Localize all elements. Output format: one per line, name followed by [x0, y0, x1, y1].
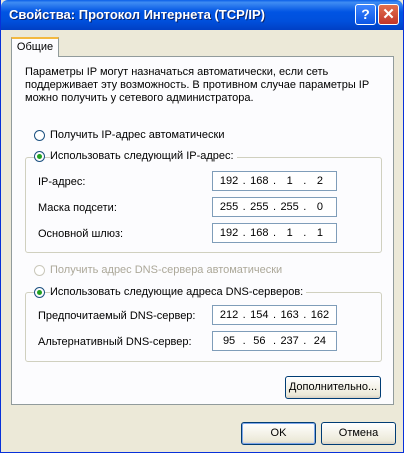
- gateway-label: Основной шлюз:: [38, 228, 124, 240]
- radio-ip-auto-label[interactable]: Получить IP-адрес автоматически: [50, 129, 224, 141]
- question-mark-icon: ?: [361, 6, 370, 22]
- subnet-mask-label: Маска подсети:: [38, 202, 117, 214]
- radio-dns-auto[interactable]: [34, 265, 45, 276]
- description-text: Параметры IP могут назначаться автоматич…: [25, 66, 369, 104]
- ok-button[interactable]: OK: [241, 422, 316, 445]
- tcpip-properties-dialog: Свойства: Протокол Интернета (TCP/IP) ? …: [0, 0, 404, 453]
- octet: 2: [316, 175, 323, 187]
- ip-address-label: IP-адрес:: [38, 176, 86, 188]
- alternate-dns-label: Альтернативный DNS-сервер:: [38, 336, 192, 348]
- octet: 1: [286, 175, 293, 187]
- radio-ip-manual-label[interactable]: Использовать следующий IP-адрес:: [50, 150, 237, 162]
- octet: 237: [280, 335, 299, 347]
- octet: 255: [250, 201, 269, 213]
- close-icon: ✕: [382, 6, 395, 23]
- preferred-dns-label: Предпочитаемый DNS-сервер:: [38, 310, 196, 322]
- octet: 192: [219, 227, 239, 239]
- octet: 1: [286, 227, 293, 239]
- radio-dns-manual-label[interactable]: Использовать следующие адреса DNS-сервер…: [50, 286, 307, 298]
- dns-manual-group: [25, 292, 382, 362]
- octet: 56: [253, 335, 266, 347]
- cancel-button[interactable]: Отмена: [321, 422, 396, 445]
- radio-dns-auto-label[interactable]: Получить адрес DNS-сервера автоматически: [50, 264, 282, 276]
- ip-address-input[interactable]: 192. 168. 1. 2: [212, 171, 337, 191]
- window-title: Свойства: Протокол Интернета (TCP/IP): [9, 7, 265, 22]
- octet: 255: [280, 201, 299, 213]
- octet: 255: [219, 201, 239, 213]
- octet: 24: [313, 335, 327, 347]
- close-button[interactable]: ✕: [378, 4, 399, 25]
- title-bar[interactable]: Свойства: Протокол Интернета (TCP/IP) ? …: [1, 0, 403, 30]
- advanced-button[interactable]: Дополнительно...: [285, 376, 381, 399]
- radio-dns-manual[interactable]: [34, 287, 45, 298]
- radio-ip-auto[interactable]: [34, 130, 45, 141]
- octet: 0: [316, 201, 323, 213]
- octet: 154: [250, 309, 269, 321]
- subnet-mask-input[interactable]: 255. 255. 255. 0: [212, 197, 337, 217]
- octet: 168: [250, 175, 269, 187]
- preferred-dns-input[interactable]: 212. 154. 163. 162: [212, 305, 337, 325]
- radio-ip-manual[interactable]: [34, 151, 45, 162]
- octet: 163: [280, 309, 299, 321]
- octet: 212: [219, 309, 239, 321]
- octet: 95: [222, 335, 236, 347]
- octet: 168: [250, 227, 269, 239]
- tab-general[interactable]: Общие: [11, 37, 59, 57]
- octet: 192: [219, 175, 239, 187]
- octet: 1: [316, 227, 323, 239]
- alternate-dns-input[interactable]: 95. 56. 237. 24: [212, 331, 337, 351]
- gateway-input[interactable]: 192. 168. 1. 1: [212, 223, 337, 243]
- help-button[interactable]: ?: [355, 4, 376, 25]
- octet: 162: [310, 309, 330, 321]
